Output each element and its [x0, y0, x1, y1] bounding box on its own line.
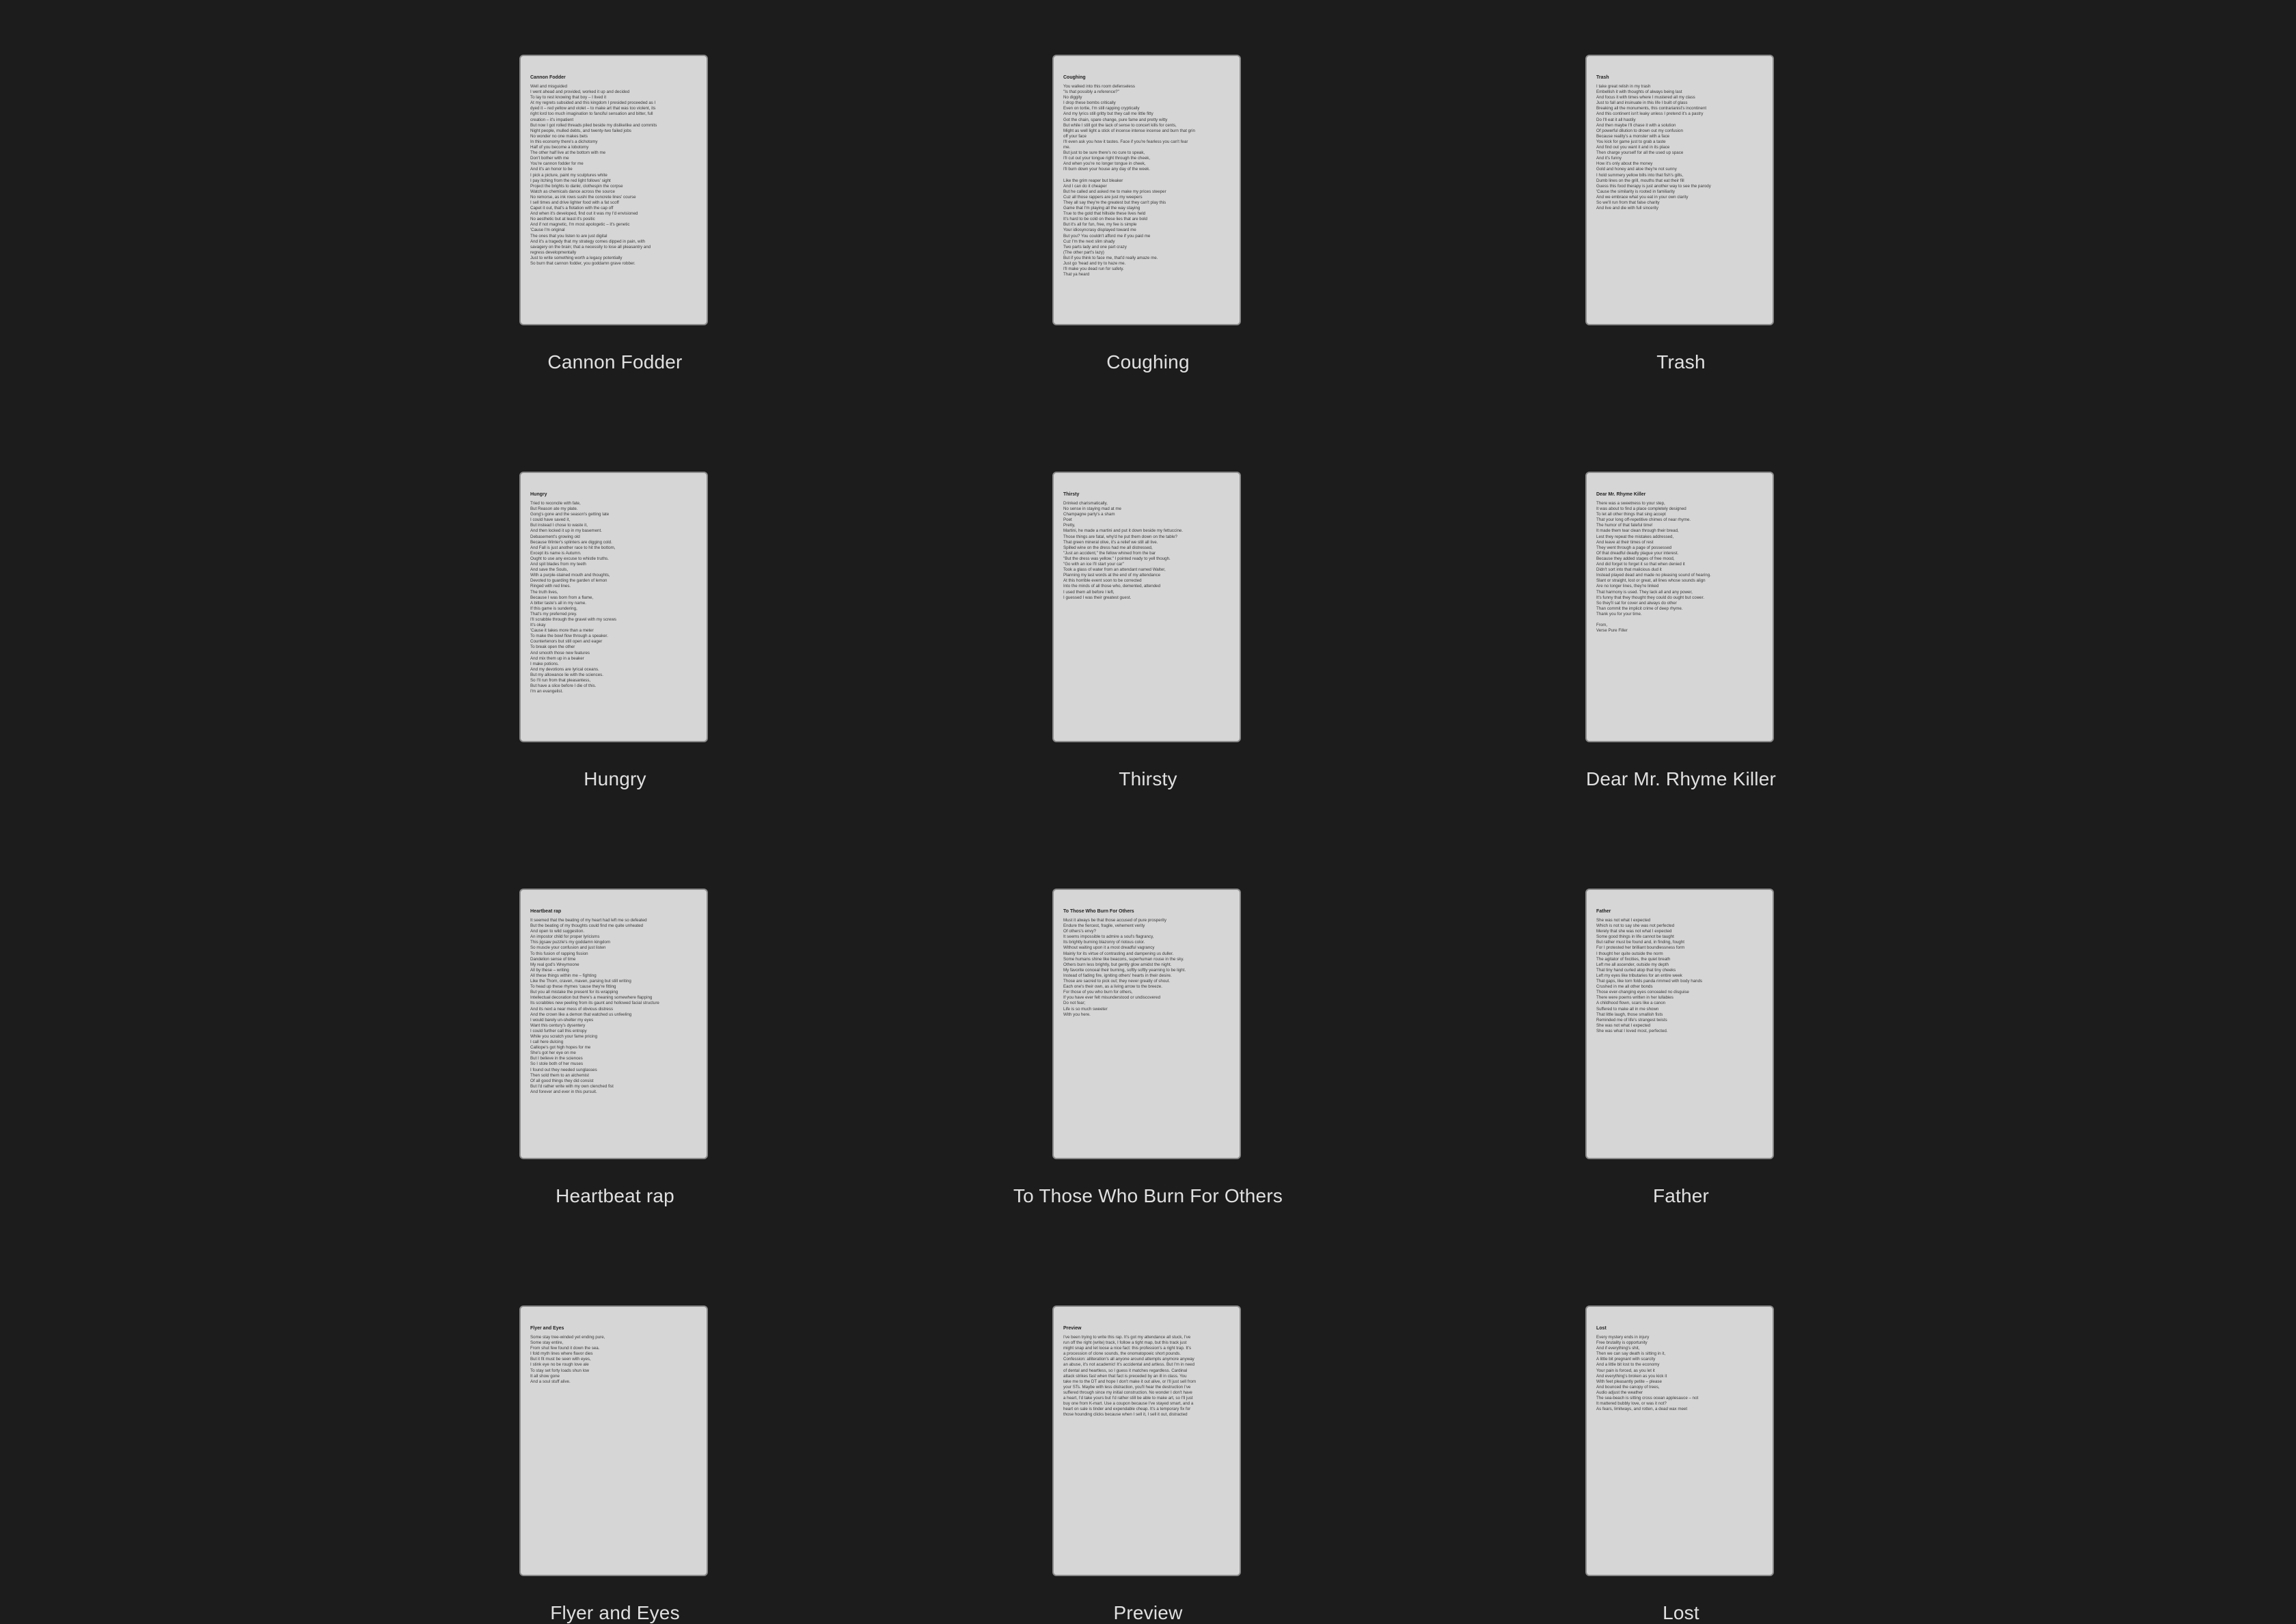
document-page-body: She was not what I expected Which is not… — [1596, 918, 1703, 1033]
document-page-title: Preview — [1063, 1326, 1082, 1331]
document-thumbnail[interactable]: Thirsty Drinked charismatically, No sense… — [1052, 472, 1241, 742]
document-page-body: Well and misguided I went ahead and prov… — [530, 84, 657, 266]
document-thumbnail[interactable]: Lost Every mystery ends in injury Free br… — [1585, 1305, 1774, 1576]
document-thumbnail[interactable]: Father She was not what I expected Which … — [1585, 889, 1774, 1159]
document-page-title: To Those Who Burn For Others — [1063, 909, 1134, 914]
document-name-label[interactable]: Heartbeat rap — [424, 1185, 806, 1207]
document-page-body: I take great relish in my trash Embellis… — [1596, 84, 1711, 211]
document-name-label[interactable]: Hungry — [424, 768, 806, 790]
document-name-label[interactable]: Thirsty — [957, 768, 1339, 790]
document-thumbnail[interactable]: Cannon Fodder Well and misguided I went a… — [519, 55, 708, 325]
document-thumbnail[interactable]: Dear Mr. Rhyme Killer There was a sweetne… — [1585, 472, 1774, 742]
document-name-label[interactable]: Cannon Fodder — [424, 351, 806, 373]
document-page-title: Flyer and Eyes — [530, 1326, 564, 1331]
document-page-title: Dear Mr. Rhyme Killer — [1596, 492, 1646, 497]
document-thumbnail[interactable]: To Those Who Burn For Others Must it alwa… — [1052, 889, 1241, 1159]
document-page-title: Heartbeat rap — [530, 909, 562, 914]
document-name-label[interactable]: Flyer and Eyes — [424, 1602, 806, 1624]
document-page-body: Every mystery ends in injury Free brutal… — [1596, 1335, 1699, 1412]
document-page-body: Tried to reconcile with fate, But Reason… — [530, 501, 617, 694]
document-grid: Cannon Fodder Well and misguided I went a… — [0, 0, 2296, 1623]
document-name-label[interactable]: Trash — [1490, 351, 1872, 373]
document-page-title: Hungry — [530, 492, 547, 497]
document-thumbnail[interactable]: Flyer and Eyes Some stay tree-winded yet … — [519, 1305, 708, 1576]
document-page-body: Some stay tree-winded yet ending pure, S… — [530, 1335, 605, 1384]
document-page-title: Father — [1596, 909, 1611, 914]
document-name-label[interactable]: Father — [1490, 1185, 1872, 1207]
document-name-label[interactable]: Dear Mr. Rhyme Killer — [1490, 768, 1872, 790]
document-page-title: Lost — [1596, 1326, 1607, 1331]
document-name-label[interactable]: To Those Who Burn For Others — [957, 1185, 1339, 1207]
document-page-body: It seemed that the beating of my heart h… — [530, 918, 659, 1094]
document-page-title: Cannon Fodder — [530, 75, 566, 80]
document-name-label[interactable]: Coughing — [957, 351, 1339, 373]
document-thumbnail[interactable]: Hungry Tried to reconcile with fate, But … — [519, 472, 708, 742]
document-thumbnail[interactable]: Heartbeat rap It seemed that the beating … — [519, 889, 708, 1159]
document-thumbnail[interactable]: Trash I take great relish in my trash Emb… — [1585, 55, 1774, 325]
document-page-body: You walked into this room defenseless "I… — [1063, 84, 1195, 278]
document-page-title: Trash — [1596, 75, 1609, 80]
document-thumbnail[interactable]: Preview I've been trying to write this ra… — [1052, 1305, 1241, 1576]
document-page-body: Must it always be that those accused of … — [1063, 918, 1186, 1017]
document-page-body: I've been trying to write this rap. It's… — [1063, 1335, 1197, 1418]
document-name-label[interactable]: Lost — [1490, 1602, 1872, 1624]
document-page-title: Thirsty — [1063, 492, 1080, 497]
document-page-body: Drinked charismatically, No sense in sta… — [1063, 501, 1184, 600]
document-name-label[interactable]: Preview — [957, 1602, 1339, 1624]
document-page-body: There was a sweetness to your step, It w… — [1596, 501, 1711, 634]
document-thumbnail[interactable]: Coughing You walked into this room defens… — [1052, 55, 1241, 325]
document-page-title: Coughing — [1063, 75, 1086, 80]
